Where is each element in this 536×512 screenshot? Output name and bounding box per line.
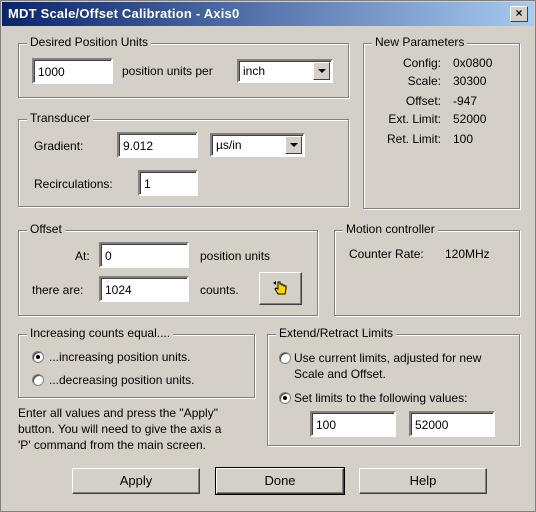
param-config-label: Config: — [402, 56, 441, 70]
decreasing-radio[interactable] — [32, 374, 44, 386]
offset-there-label: there are: — [32, 283, 84, 297]
close-icon[interactable]: × — [510, 6, 528, 22]
recirculations-input[interactable]: 1 — [138, 170, 198, 196]
limits-legend: Extend/Retract Limits — [276, 326, 397, 340]
decreasing-radio-label[interactable]: ...decreasing position units. — [49, 373, 194, 387]
gradient-label: Gradient: — [34, 139, 84, 153]
window-title: MDT Scale/Offset Calibration - Axis0 — [8, 6, 240, 21]
capture-position-button[interactable] — [259, 272, 302, 305]
offset-legend: Offset — [27, 222, 65, 236]
position-units-per-label: position units per — [122, 64, 213, 78]
increasing-counts-legend: Increasing counts equal.... — [27, 326, 174, 340]
calibration-dialog: MDT Scale/Offset Calibration - Axis0 × D… — [0, 0, 536, 512]
param-offset-value: -947 — [453, 94, 478, 108]
instructions-line-3: 'P' command from the main screen. — [18, 438, 206, 452]
hand-pointer-icon — [273, 281, 287, 295]
recirculations-label: Recirculations: — [34, 177, 113, 191]
param-offset-label: Offset: — [405, 94, 441, 108]
offset-counts-input[interactable]: 1024 — [99, 276, 189, 302]
offset-at-input[interactable]: 0 — [99, 242, 189, 268]
gradient-unit-select[interactable]: µs/in — [210, 133, 305, 157]
chevron-down-icon[interactable] — [313, 62, 330, 80]
desired-units-legend: Desired Position Units — [27, 35, 152, 49]
unit-select[interactable]: inch — [237, 59, 333, 83]
motion-controller-legend: Motion controller — [343, 222, 438, 236]
transducer-legend: Transducer — [27, 111, 94, 125]
param-ret-limit-label: Ret. Limit: — [386, 132, 441, 146]
param-config-value: 0x0800 — [453, 56, 493, 70]
use-current-limits-label-2[interactable]: Scale and Offset. — [294, 367, 386, 381]
param-ext-limit-label: Ext. Limit: — [388, 112, 441, 126]
unit-select-value: inch — [243, 64, 266, 78]
new-parameters-legend: New Parameters — [372, 35, 468, 49]
gradient-unit-value: µs/in — [216, 138, 242, 152]
position-units-input[interactable]: 1000 — [32, 58, 113, 84]
param-ext-limit-value: 52000 — [453, 112, 487, 126]
extend-limit-input[interactable]: 52000 — [409, 411, 495, 437]
param-ret-limit-value: 100 — [453, 132, 474, 146]
increasing-radio[interactable] — [32, 351, 44, 363]
increasing-radio-label[interactable]: ...increasing position units. — [49, 350, 190, 364]
title-bar[interactable]: MDT Scale/Offset Calibration - Axis0 × — [2, 2, 534, 26]
use-current-limits-radio[interactable] — [279, 352, 291, 364]
param-scale-label: Scale: — [407, 74, 441, 88]
use-current-limits-label-1[interactable]: Use current limits, adjusted for new — [294, 351, 481, 365]
help-button[interactable]: Help — [359, 468, 487, 494]
offset-counts-unit-label: counts. — [200, 283, 239, 297]
apply-button[interactable]: Apply — [72, 468, 200, 494]
instructions-line-2: button. You will need to give the axis a — [18, 422, 222, 436]
set-limits-label[interactable]: Set limits to the following values: — [294, 391, 467, 405]
set-limits-radio[interactable] — [279, 392, 291, 404]
retract-limit-input[interactable]: 100 — [310, 411, 396, 437]
offset-at-label: At: — [75, 249, 90, 263]
instructions-line-1: Enter all values and press the "Apply" — [18, 406, 218, 420]
gradient-input[interactable]: 9.012 — [117, 132, 198, 158]
motion-controller-group: Motion controller — [334, 222, 520, 316]
increasing-counts-group: Increasing counts equal.... — [18, 326, 255, 398]
offset-at-unit-label: position units — [200, 249, 271, 263]
counter-rate-label: Counter Rate: — [349, 247, 424, 261]
param-scale-value: 30300 — [453, 74, 487, 88]
chevron-down-icon[interactable] — [285, 136, 302, 154]
counter-rate-value: 120MHz — [445, 247, 490, 261]
done-button[interactable]: Done — [215, 467, 345, 495]
